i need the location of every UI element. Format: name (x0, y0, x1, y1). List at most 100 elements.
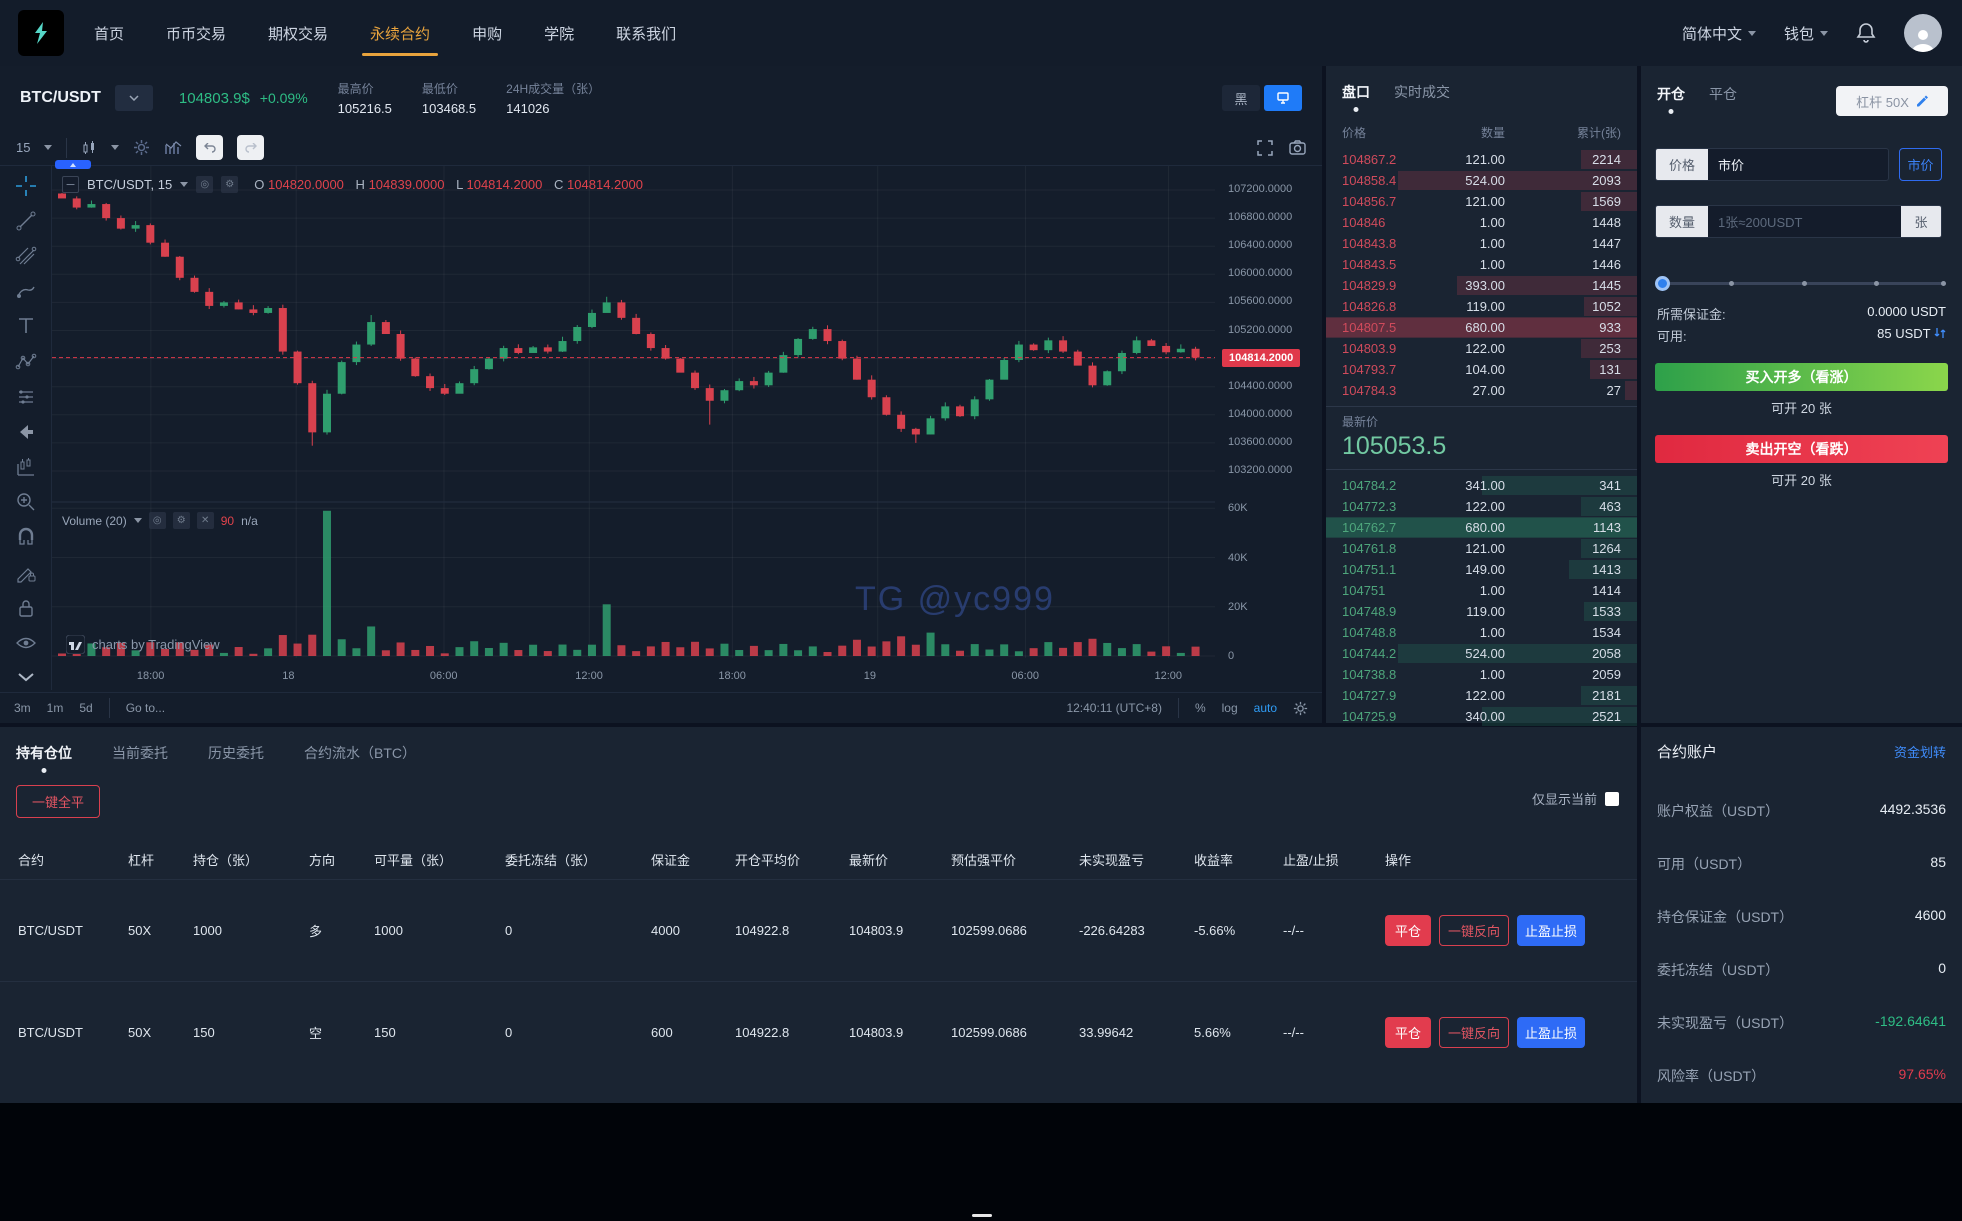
orderbook-tab-1[interactable]: 实时成交 (1394, 82, 1450, 112)
slider-tick-50[interactable] (1801, 281, 1807, 286)
chevron-down-icon[interactable] (180, 182, 189, 187)
text-tool[interactable] (13, 315, 39, 338)
fund-transfer-link[interactable]: 资金划转 (1894, 742, 1946, 761)
pitchfork-tool[interactable] (13, 244, 39, 267)
pair-selector[interactable] (114, 85, 153, 111)
drawing-lock-tool[interactable] (13, 561, 39, 584)
settings-icon[interactable]: ⚙ (172, 512, 190, 529)
reverse-position-button[interactable]: 一键反向 (1439, 1017, 1510, 1048)
theme-screen-button[interactable] (1264, 85, 1302, 111)
orderbook-row[interactable]: 104762.7 680.00 1143 (1326, 517, 1637, 538)
orderbook-row[interactable]: 104725.9 340.00 2521 (1326, 706, 1637, 727)
market-price-button[interactable]: 市价 (1899, 148, 1942, 181)
orderbook-row[interactable]: 104858.4 524.00 2093 (1326, 170, 1637, 191)
nav-item-5[interactable]: 学院 (544, 0, 574, 66)
close-icon[interactable]: ✕ (196, 512, 214, 529)
chevron-down-icon[interactable] (13, 667, 39, 690)
orderbook-row[interactable]: 104856.7 121.00 1569 (1326, 191, 1637, 212)
sell-short-button[interactable]: 卖出开空（看跌） (1655, 435, 1948, 463)
chevron-down-icon[interactable] (111, 145, 120, 150)
volume-label[interactable]: Volume (20) (62, 514, 127, 528)
tp-sl-button[interactable]: 止盈止损 (1517, 915, 1586, 946)
orderbook-row[interactable]: 104738.8 1.00 2059 (1326, 664, 1637, 685)
language-selector[interactable]: 简体中文 (1682, 23, 1756, 44)
brand-logo[interactable] (18, 10, 64, 56)
percent-scale-button[interactable]: % (1195, 701, 1206, 715)
trade-tab-1[interactable]: 平仓 (1709, 84, 1737, 114)
settings-icon[interactable]: ⚙ (221, 176, 239, 193)
positions-tab-2[interactable]: 历史委托 (208, 743, 264, 773)
nav-item-3[interactable]: 永续合约 (362, 0, 439, 66)
trade-tab-0[interactable]: 开仓 (1657, 84, 1685, 114)
leverage-button[interactable]: 杠杆 50X (1836, 86, 1948, 116)
zoom-in-tool[interactable] (13, 491, 39, 514)
orderbook-row[interactable]: 104748.9 119.00 1533 (1326, 601, 1637, 622)
fullscreen-icon[interactable] (1257, 139, 1273, 156)
orderbook-row[interactable]: 104748.8 1.00 1534 (1326, 622, 1637, 643)
bar-pattern-tool[interactable] (13, 456, 39, 479)
arrow-left-icon[interactable] (13, 420, 39, 443)
avatar[interactable] (1904, 14, 1942, 52)
close-position-button[interactable]: 平仓 (1385, 915, 1432, 946)
orderbook-row[interactable]: 104772.3 122.00 463 (1326, 496, 1637, 517)
tp-sl-button[interactable]: 止盈止损 (1517, 1017, 1586, 1048)
orderbook-row[interactable]: 104807.5 680.00 933 (1326, 317, 1637, 338)
range-1m-button[interactable]: 1m (47, 701, 64, 715)
slider-tick-75[interactable] (1873, 281, 1879, 286)
chevron-down-icon[interactable] (133, 518, 142, 523)
gear-icon[interactable] (1293, 701, 1308, 716)
quantity-slider[interactable] (1655, 276, 1946, 291)
range-3m-button[interactable]: 3m (14, 701, 31, 715)
slider-tick-25[interactable] (1729, 281, 1735, 286)
orderbook-row[interactable]: 104784.3 27.00 27 (1326, 380, 1637, 401)
time-axis[interactable]: 18:00 18 06:00 12:00 18:00 19 06:00 12:00 (52, 668, 1215, 686)
visibility-icon[interactable]: ◎ (196, 176, 214, 193)
nav-item-0[interactable]: 首页 (94, 0, 124, 66)
orderbook-row[interactable]: 104829.9 393.00 1445 (1326, 275, 1637, 296)
nav-item-2[interactable]: 期权交易 (268, 0, 328, 66)
slider-tick-100[interactable] (1941, 281, 1946, 286)
wallet-menu[interactable]: 钱包 (1784, 23, 1828, 44)
positions-tab-1[interactable]: 当前委托 (112, 743, 168, 773)
goto-button[interactable]: Go to... (126, 701, 165, 715)
only-current-checkbox[interactable] (1605, 791, 1619, 806)
nav-item-4[interactable]: 申购 (472, 0, 502, 66)
positions-tab-0[interactable]: 持有仓位 (16, 743, 72, 773)
nav-item-6[interactable]: 联系我们 (616, 0, 676, 66)
pattern-tool[interactable] (13, 350, 39, 373)
range-5d-button[interactable]: 5d (79, 701, 92, 715)
orderbook-row[interactable]: 104843.8 1.00 1447 (1326, 233, 1637, 254)
log-scale-button[interactable]: log (1222, 701, 1238, 715)
orderbook-row[interactable]: 104826.8 119.00 1052 (1326, 296, 1637, 317)
positions-tab-3[interactable]: 合约流水（BTC） (304, 743, 416, 773)
orderbook-row[interactable]: 104727.9 122.00 2181 (1326, 685, 1637, 706)
orderbook-row[interactable]: 104843.5 1.00 1446 (1326, 254, 1637, 275)
orderbook-row[interactable]: 104867.2 121.00 2214 (1326, 149, 1637, 170)
indicators-icon[interactable] (164, 140, 182, 156)
lock-tool[interactable] (13, 596, 39, 619)
visibility-icon[interactable]: ◎ (148, 512, 166, 529)
camera-icon[interactable] (1289, 140, 1306, 155)
slider-knob[interactable] (1655, 276, 1670, 291)
orderbook-row[interactable]: 104751 1.00 1414 (1326, 580, 1637, 601)
collapse-legend-icon[interactable]: ─ (62, 176, 79, 193)
orderbook-row[interactable]: 104784.2 341.00 341 (1326, 475, 1637, 496)
crosshair-tool[interactable] (13, 174, 39, 197)
theme-dark-button[interactable]: 黑 (1222, 85, 1260, 111)
gear-icon[interactable] (133, 139, 150, 156)
magnet-tool[interactable] (13, 526, 39, 549)
orderbook-tab-0[interactable]: 盘口 (1342, 82, 1370, 112)
orderbook-row[interactable]: 104793.7 104.00 131 (1326, 359, 1637, 380)
eye-tool[interactable] (13, 632, 39, 655)
reverse-position-button[interactable]: 一键反向 (1439, 915, 1510, 946)
transfer-icon[interactable] (1934, 327, 1946, 339)
orderbook-row[interactable]: 104846 1.00 1448 (1326, 212, 1637, 233)
close-position-button[interactable]: 平仓 (1385, 1017, 1432, 1048)
clock[interactable]: 12:40:11 (UTC+8) (1066, 701, 1162, 715)
tradingview-attribution[interactable]: charts by TradingView (66, 635, 220, 654)
trendline-tool[interactable] (13, 209, 39, 232)
brush-tool[interactable] (13, 280, 39, 303)
orderbook-row[interactable]: 104751.1 149.00 1413 (1326, 559, 1637, 580)
forecast-tool[interactable] (13, 385, 39, 408)
interval-button[interactable]: 15 (16, 140, 30, 155)
